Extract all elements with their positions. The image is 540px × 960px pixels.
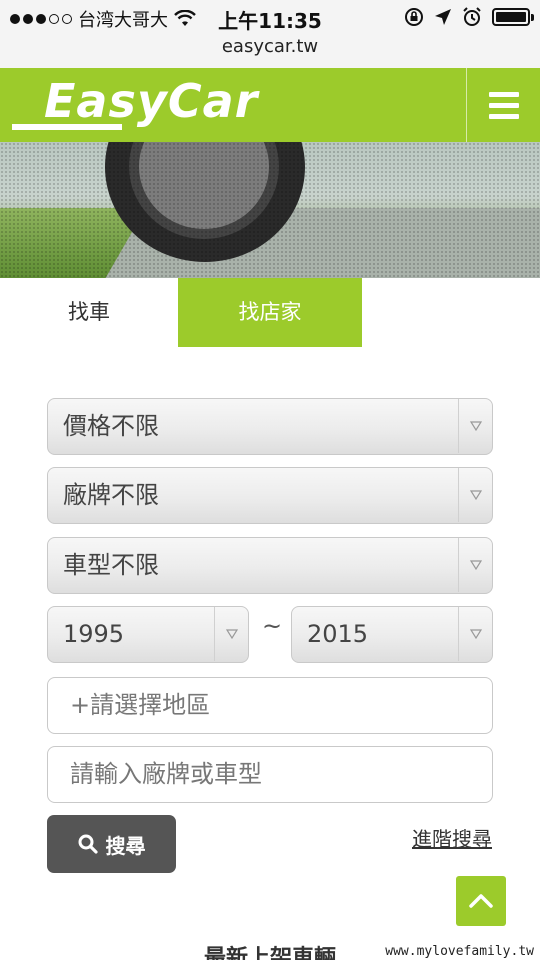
search-button[interactable]: 搜尋: [47, 815, 176, 873]
advanced-search-link[interactable]: 進階搜尋: [412, 823, 492, 852]
location-arrow-icon: [435, 9, 451, 25]
rotation-lock-icon: [405, 8, 423, 26]
model-select[interactable]: 車型不限: [47, 537, 493, 594]
keyword-input-placeholder: 請輸入廠牌或車型: [70, 760, 262, 788]
year-range-separator: ~: [262, 612, 283, 640]
logo[interactable]: EasyCar: [12, 72, 302, 138]
battery-icon: [492, 8, 534, 26]
chevron-down-icon: [458, 468, 492, 522]
brand-select-value: 廠牌不限: [63, 481, 159, 509]
region-field-text: +請選擇地區: [70, 691, 211, 719]
logo-text: EasyCar: [44, 74, 259, 128]
year-to-select[interactable]: 2015: [291, 606, 493, 663]
brand-select[interactable]: 廠牌不限: [47, 467, 493, 524]
search-button-label: 搜尋: [105, 833, 146, 858]
site-header: EasyCar: [0, 68, 540, 142]
model-select-value: 車型不限: [63, 551, 159, 579]
url-bar[interactable]: easycar.tw: [0, 34, 540, 68]
alarm-icon: [463, 7, 481, 26]
chevron-down-icon: [458, 399, 492, 453]
tab-find-car[interactable]: 找車: [0, 278, 178, 347]
back-to-top-button[interactable]: [456, 876, 506, 926]
chevron-up-icon: [469, 894, 493, 908]
hamburger-icon[interactable]: [467, 68, 540, 142]
region-field[interactable]: +請選擇地區: [47, 677, 493, 734]
watermark: www.mylovefamily.tw: [383, 944, 536, 959]
keyword-input[interactable]: 請輸入廠牌或車型: [47, 746, 493, 803]
chevron-down-icon: [458, 538, 492, 592]
search-icon: [78, 834, 98, 854]
price-select[interactable]: 價格不限: [47, 398, 493, 455]
price-select-value: 價格不限: [63, 412, 159, 440]
status-bar: 台湾大哥大 上午11:35: [0, 0, 540, 34]
status-icons: [404, 7, 534, 27]
hero-banner: [0, 142, 540, 278]
tab-find-store[interactable]: 找店家: [178, 278, 362, 347]
year-from-select[interactable]: 1995: [47, 606, 249, 663]
year-to-value: 2015: [307, 620, 369, 648]
year-from-value: 1995: [63, 620, 125, 648]
chevron-down-icon: [214, 607, 248, 661]
chevron-down-icon: [458, 607, 492, 661]
